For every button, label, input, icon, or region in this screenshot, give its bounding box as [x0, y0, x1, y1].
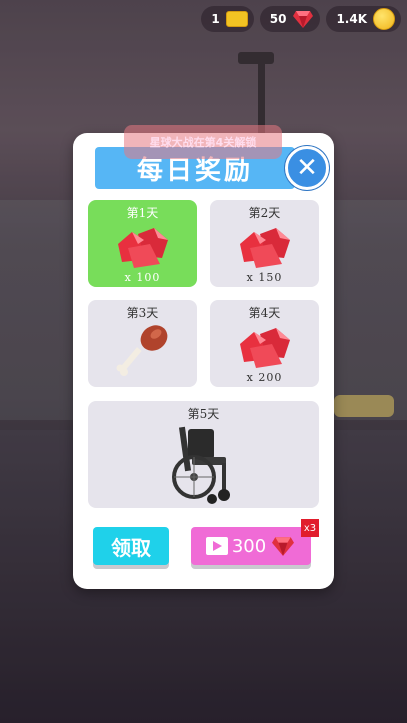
video-icon [205, 537, 228, 555]
wheelchair-icon [172, 426, 230, 504]
reward-card-day3[interactable]: 第3天 [88, 300, 197, 387]
video-reward-amount: 300 [231, 535, 267, 557]
unlock-toast: 星球大战在第4关解锁 [124, 125, 282, 159]
ticket-icon [225, 11, 248, 27]
day-label: 第5天 [187, 407, 220, 421]
daily-reward-dialog: 每日奖励 ✕ 第1天 x 100 第2天 x 150 第3天 第4天 x 200… [73, 133, 334, 589]
multiplier-badge: x3 [301, 519, 319, 537]
gem-icon [272, 537, 295, 556]
day-label: 第3天 [126, 306, 159, 320]
close-icon: ✕ [296, 153, 318, 183]
reward-card-day4[interactable]: 第4天 x 200 [210, 300, 319, 387]
gem-icon [293, 11, 314, 28]
day-label: 第2天 [248, 206, 281, 220]
gem-pile-icon [117, 228, 168, 268]
reward-qty: x 200 [246, 371, 283, 384]
coin-counter[interactable]: 1.4K [326, 6, 401, 32]
gem-pile-icon [239, 228, 290, 268]
gem-pile-icon [239, 328, 290, 368]
gem-count: 50 [269, 12, 287, 26]
ticket-count: 1 [211, 12, 220, 26]
ticket-counter[interactable]: 1 [201, 6, 254, 32]
gem-counter[interactable]: 50 [259, 6, 321, 32]
drumstick-icon [116, 325, 168, 376]
close-button[interactable]: ✕ [285, 146, 329, 190]
watch-video-claim-button[interactable]: 300 x3 [191, 519, 319, 565]
day-label: 第1天 [126, 206, 159, 220]
reward-card-day1[interactable]: 第1天 x 100 [88, 200, 197, 287]
claim-button[interactable]: 领取 [93, 527, 169, 565]
reward-card-day5[interactable]: 第5天 [88, 401, 319, 508]
reward-qty: x 100 [124, 271, 161, 284]
reward-qty: x 150 [246, 271, 283, 284]
coin-count: 1.4K [336, 12, 367, 26]
coin-icon [373, 8, 395, 30]
reward-card-day2[interactable]: 第2天 x 150 [210, 200, 319, 287]
day-label: 第4天 [248, 306, 281, 320]
currency-bar: 1 50 1.4K [201, 6, 401, 32]
